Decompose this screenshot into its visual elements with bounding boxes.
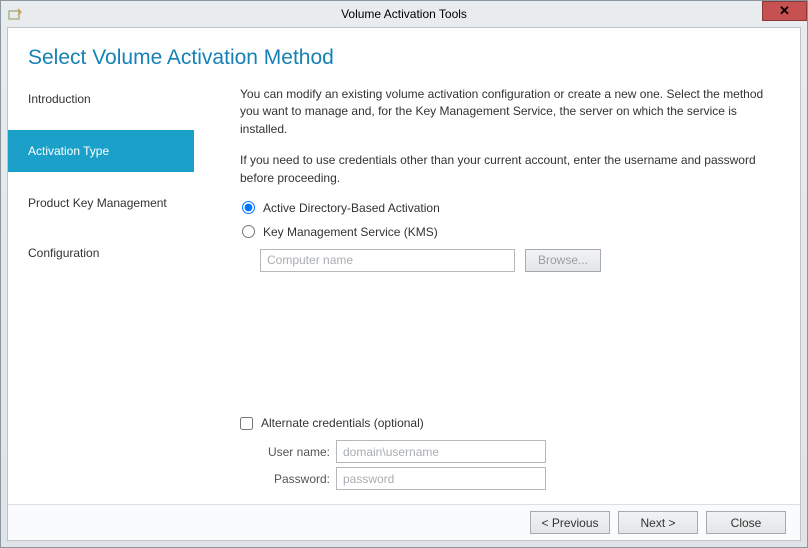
titlebar: Volume Activation Tools ✕ — [1, 1, 807, 26]
username-row: User name: — [258, 440, 776, 463]
credentials-hint-text: If you need to use credentials other tha… — [240, 152, 776, 187]
app-icon — [7, 6, 23, 22]
close-button[interactable]: Close — [706, 511, 786, 534]
alt-creds-row: Alternate credentials (optional) — [240, 416, 776, 430]
password-input[interactable] — [336, 467, 546, 490]
browse-button[interactable]: Browse... — [525, 249, 601, 272]
page-title: Select Volume Activation Method — [8, 28, 800, 80]
radio-kms-label: Key Management Service (KMS) — [263, 225, 438, 239]
window-title: Volume Activation Tools — [1, 7, 807, 21]
radio-row-kms: Key Management Service (KMS) — [240, 225, 776, 239]
previous-button[interactable]: < Previous — [530, 511, 610, 534]
wizard-body: Introduction Activation Type Product Key… — [8, 80, 800, 504]
alt-creds-checkbox[interactable] — [240, 417, 253, 430]
username-input[interactable] — [336, 440, 546, 463]
close-icon: ✕ — [779, 3, 790, 19]
sidebar-item-activation-type[interactable]: Activation Type — [8, 130, 194, 172]
alternate-credentials-section: Alternate credentials (optional) User na… — [240, 416, 776, 494]
window-close-button[interactable]: ✕ — [762, 1, 807, 21]
next-button[interactable]: Next > — [618, 511, 698, 534]
content-area: You can modify an existing volume activa… — [194, 80, 800, 504]
radio-ad-label: Active Directory-Based Activation — [263, 201, 440, 215]
sidebar-item-product-key-management[interactable]: Product Key Management — [8, 190, 194, 216]
wizard-panel: Select Volume Activation Method Introduc… — [7, 27, 801, 541]
sidebar-item-label: Configuration — [28, 246, 99, 260]
intro-text: You can modify an existing volume activa… — [240, 86, 776, 138]
password-row: Password: — [258, 467, 776, 490]
sidebar-item-introduction[interactable]: Introduction — [8, 86, 194, 112]
radio-kms[interactable] — [242, 225, 255, 238]
username-label: User name: — [258, 445, 330, 459]
password-label: Password: — [258, 472, 330, 486]
sidebar-item-label: Activation Type — [28, 144, 109, 158]
computer-name-input[interactable] — [260, 249, 515, 272]
radio-ad-activation[interactable] — [242, 201, 255, 214]
sidebar-item-label: Product Key Management — [28, 196, 167, 210]
kms-input-row: Browse... — [260, 249, 776, 272]
sidebar-item-configuration[interactable]: Configuration — [8, 240, 194, 266]
wizard-footer: < Previous Next > Close — [8, 504, 800, 540]
sidebar-item-label: Introduction — [28, 92, 91, 106]
alt-creds-label: Alternate credentials (optional) — [261, 416, 424, 430]
sidebar: Introduction Activation Type Product Key… — [8, 80, 194, 504]
radio-row-ad: Active Directory-Based Activation — [240, 201, 776, 215]
window-frame: Volume Activation Tools ✕ Select Volume … — [0, 0, 808, 548]
